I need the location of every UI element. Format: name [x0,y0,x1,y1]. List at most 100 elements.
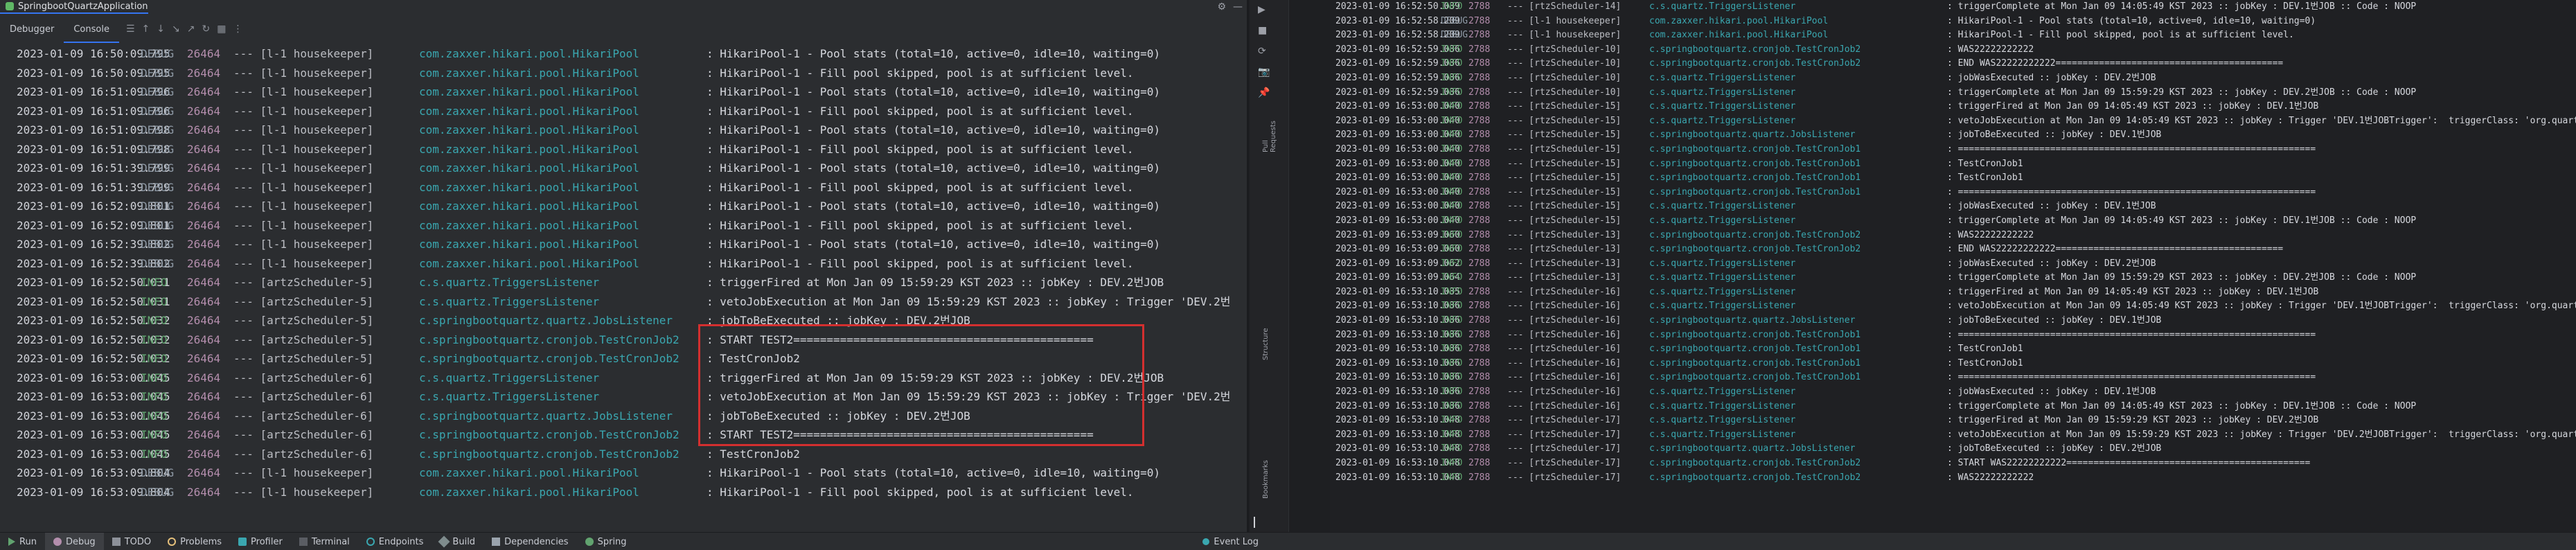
step-into-icon[interactable]: ↘ [172,24,180,35]
log-pid: 26464 [187,199,221,213]
endpoints-button[interactable]: Endpoints [358,533,432,550]
up-arrow-icon[interactable]: ↑ [142,24,150,35]
log-logger: c.springbootquartz.cronjob.TestCronJob2 [1649,44,1861,55]
log-message: : triggerFired at Mon Jan 09 14:05:49 KS… [1947,286,2319,297]
log-thread: --- [artzScheduler-6] [233,371,374,384]
log-level: INFO [1441,130,1463,141]
log-logger: c.s.quartz.TriggersListener [1649,400,1796,411]
log-message: : vetoJobExecution at Mon Jan 09 15:59:2… [707,294,1231,308]
log-line: 2023-01-09 16:52:50.039 INFO 2788 --- [rtzS… [1330,0,2576,15]
bookmarks-label[interactable]: Bookmarks [1262,460,1270,499]
log-thread: --- [rtzScheduler-15] [1507,215,1622,226]
problems-button[interactable]: Problems [159,533,230,550]
profiler-icon [238,538,247,546]
log-logger: c.springbootquartz.cronjob.TestCronJob2 [419,332,679,346]
log-level: DEBUG [141,180,175,194]
log-message: : jobToBeExecuted :: jobKey : DEV.1번JOB [1947,130,2162,141]
log-thread: --- [l-1 housekeeper] [233,199,374,213]
log-thread: --- [rtzScheduler-15] [1507,143,1622,154]
log-pid: 2788 [1468,357,1491,369]
minimize-icon[interactable]: — [1233,1,1243,12]
log-logger: c.springbootquartz.cronjob.TestCronJob1 [1649,143,1861,154]
log-line: 2023-01-09 16:52:50.031 INFO 26464 --- [art… [0,292,1247,312]
log-thread: --- [rtzScheduler-15] [1507,130,1622,141]
run-icon[interactable]: ▶ [1258,4,1265,15]
build-button[interactable]: Build [432,533,483,550]
log-line: 2023-01-09 16:53:00.045 INFO 26464 --- [art… [0,445,1247,464]
console-toolbar: ☰ ↑ ↓ ↘ ↗ ↻ ▦ ⋮ [126,24,242,35]
log-thread: --- [l-1 housekeeper] [233,104,374,118]
stop-icon[interactable]: ■ [1258,25,1267,36]
log-level: INFO [1441,172,1463,184]
console-log-right[interactable]: 2023-01-09 16:52:50.039 INFO 2788 --- [rtzS… [1330,0,2576,532]
log-thread: --- [rtzScheduler-16] [1507,286,1622,297]
structure-label[interactable]: Structure [1262,328,1270,360]
log-message: : WAS22222222222 [1947,229,2034,240]
log-level: INFO [141,294,168,308]
menu-icon[interactable]: ☰ [126,24,135,35]
tab-console[interactable]: Console [64,15,119,43]
log-line: 2023-01-09 16:51:09.796 DEBUG 26464 --- [l-… [0,82,1247,102]
log-thread: --- [rtzScheduler-10] [1507,72,1622,83]
log-line: 2023-01-09 16:53:10.036 INFO 2788 --- [rtzS… [1330,342,2576,357]
restart-icon[interactable]: ⟳ [1258,46,1266,57]
log-logger: com.zaxxer.hikari.pool.HikariPool [419,218,639,232]
log-thread: --- [l-1 housekeeper] [233,238,374,251]
log-message: : HikariPool-1 - Fill pool skipped, pool… [707,142,1134,156]
right-tool-strip: ▶ ■ ⟳ 📷 📌 Pull Requests Structure Bookma… [1250,0,1289,532]
console-log-left[interactable]: 2023-01-09 16:50:09.795 DEBUG 26464 --- [l-… [0,44,1247,532]
debug-button[interactable]: Debug [44,533,104,550]
log-logger: c.s.quartz.TriggersListener [1649,429,1796,440]
log-thread: --- [rtzScheduler-13] [1507,258,1622,269]
log-line: 2023-01-09 16:53:10.036 INFO 2788 --- [rtzS… [1330,371,2576,385]
dependencies-button[interactable]: Dependencies [483,533,577,550]
log-logger: c.springbootquartz.cronjob.TestCronJob2 [419,352,679,365]
log-line: 2023-01-09 16:53:10.048 INFO 2788 --- [rtzS… [1330,471,2576,486]
log-line: 2023-01-09 16:52:09.801 DEBUG 26464 --- [l-… [0,216,1247,236]
settings-icon[interactable]: ⚙ [1217,1,1226,12]
grid-icon[interactable]: ▦ [217,24,226,35]
debug-tabs: Debugger Console ☰ ↑ ↓ ↘ ↗ ↻ ▦ ⋮ [0,15,1247,43]
log-pid: 2788 [1468,72,1491,83]
spring-button[interactable]: Spring [577,533,635,550]
log-pid: 2788 [1468,158,1491,169]
tab-debugger[interactable]: Debugger [0,15,64,43]
run-button[interactable]: Run [0,533,45,550]
pin-icon[interactable]: 📌 [1258,87,1270,98]
log-level: INFO [1441,101,1463,112]
log-logger: com.zaxxer.hikari.pool.HikariPool [419,85,639,98]
log-pid: 26464 [187,409,221,423]
terminal-button[interactable]: Terminal [291,533,358,550]
log-message: : START TEST2===========================… [707,428,1094,441]
log-logger: c.springbootquartz.quartz.JobsListener [1649,315,1856,326]
log-logger: c.s.quartz.TriggersListener [419,276,600,289]
more-icon[interactable]: ⋮ [233,24,242,35]
log-pid: 2788 [1468,286,1491,297]
log-level: INFO [1441,186,1463,197]
down-arrow-icon[interactable]: ↓ [157,24,165,35]
log-thread: --- [rtzScheduler-15] [1507,101,1622,112]
step-out-icon[interactable]: ↗ [187,24,195,35]
event-log-button[interactable]: Event Log [1194,533,1267,550]
panel-divider[interactable] [1247,0,1249,532]
log-thread: --- [l-1 housekeeper] [233,218,374,232]
rerun-icon[interactable]: ↻ [202,24,210,35]
log-pid: 26464 [187,428,221,441]
log-line: 2023-01-09 16:53:10.036 INFO 2788 --- [rtzS… [1330,314,2576,328]
profiler-button[interactable]: Profiler [230,533,291,550]
log-logger: com.zaxxer.hikari.pool.HikariPool [419,199,639,213]
log-logger: c.springbootquartz.quartz.JobsListener [419,314,673,327]
log-line: 2023-01-09 16:52:50.032 INFO 26464 --- [art… [0,349,1247,369]
log-logger: c.s.quartz.TriggersListener [419,294,600,308]
log-message: : END WAS22222222222====================… [1947,244,2284,255]
pull-requests-label[interactable]: Pull Requests [1262,121,1277,152]
log-line: 2023-01-09 16:52:58.209 DEBUG 2788 --- [l-1… [1330,28,2576,43]
log-level: INFO [1441,158,1463,169]
log-level: INFO [141,390,168,403]
log-message: : HikariPool-1 - Fill pool skipped, pool… [707,218,1134,232]
build-icon [438,535,450,548]
log-line: 2023-01-09 16:53:09.060 INFO 2788 --- [rtzS… [1330,229,2576,243]
run-config-tab[interactable]: SpringbootQuartzApplication [0,0,148,14]
todo-button[interactable]: TODO [104,533,159,550]
camera-icon[interactable]: 📷 [1258,66,1270,78]
